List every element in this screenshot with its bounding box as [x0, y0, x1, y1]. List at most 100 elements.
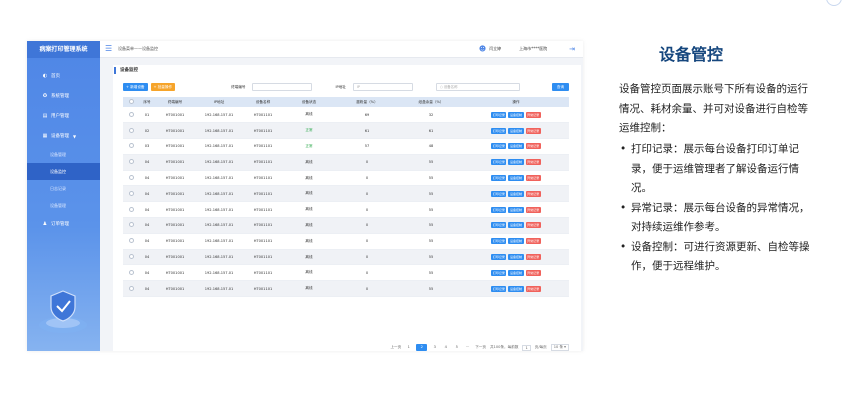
cell-status: 离线 — [283, 170, 335, 187]
row-checkbox-cell[interactable] — [123, 249, 139, 266]
device-control-button[interactable]: 设备控制 — [508, 285, 524, 292]
user-name[interactable]: 闫立婷 — [489, 46, 501, 52]
error-records-button[interactable]: 异常记录 — [525, 254, 541, 261]
error-records-button[interactable]: 异常记录 — [525, 206, 541, 213]
error-records-button[interactable]: 异常记录 — [525, 111, 541, 118]
table-row: 04 HT001001 192.168.157.01 HT001101 离线 0 55 打印… — [123, 154, 569, 171]
checkbox[interactable] — [128, 159, 134, 165]
sidebar: 病案打印管理系统 ◐ 首页 ✪ 系统管理 ▤ 用户管理 ▦ 设备管理 ▼ 设备管… — [27, 41, 100, 351]
print-records-button[interactable]: 打印记录 — [491, 111, 507, 118]
page-button[interactable]: 4 — [442, 344, 449, 351]
sidebar-sub-device-monitor[interactable]: 设备监控 — [27, 163, 100, 180]
row-checkbox-cell[interactable] — [123, 201, 139, 219]
row-checkbox-cell[interactable] — [123, 280, 139, 298]
header-checkbox[interactable] — [123, 97, 139, 107]
cell-status: 正常 — [283, 138, 335, 155]
device-control-button[interactable]: 设备控制 — [508, 127, 524, 134]
row-checkbox-cell[interactable] — [123, 122, 139, 140]
print-records-button[interactable]: 打印记录 — [491, 222, 507, 229]
page-button[interactable]: 1 — [405, 344, 412, 351]
logout-icon[interactable]: ⇥ — [569, 45, 575, 53]
checkbox[interactable] — [128, 206, 134, 212]
error-records-button[interactable]: 异常记录 — [525, 238, 541, 245]
device-control-button[interactable]: 设备控制 — [508, 238, 524, 245]
device-control-button[interactable]: 设备控制 — [508, 269, 524, 276]
print-records-button[interactable]: 打印记录 — [491, 159, 507, 166]
cell-no: 04 — [139, 201, 155, 219]
checkbox[interactable] — [128, 254, 134, 260]
row-checkbox-cell[interactable] — [123, 264, 139, 282]
error-records-button[interactable]: 异常记录 — [525, 159, 541, 166]
cell-paper: 55 — [399, 185, 463, 203]
sidebar-sub-device-management[interactable]: 设备管理 — [27, 146, 100, 163]
checkbox[interactable] — [128, 238, 134, 244]
print-records-button[interactable]: 打印记录 — [491, 206, 507, 213]
cell-ip: 192.168.157.01 — [195, 249, 243, 266]
sidebar-item-devices[interactable]: ▦ 设备管理 ▼ — [27, 126, 100, 146]
checkbox[interactable] — [128, 127, 134, 133]
error-records-button[interactable]: 异常记录 — [525, 190, 541, 197]
error-records-button[interactable]: 异常记录 — [525, 127, 541, 134]
sidebar-item-system[interactable]: ✪ 系统管理 — [27, 86, 100, 106]
menu-icon[interactable]: ☰ — [105, 45, 115, 53]
checkbox[interactable] — [128, 269, 134, 275]
device-control-button[interactable]: 设备控制 — [508, 175, 524, 182]
goto-page-input[interactable]: 1 — [522, 344, 531, 351]
add-device-button[interactable]: + 新增设备 — [123, 83, 148, 91]
sidebar-item-users[interactable]: ▤ 用户管理 — [27, 106, 100, 126]
device-control-button[interactable]: 设备控制 — [508, 206, 524, 213]
page-button[interactable]: 5 — [453, 344, 460, 351]
row-checkbox-cell[interactable] — [123, 217, 139, 234]
cell-paper: 55 — [399, 217, 463, 234]
device-name-input[interactable]: ○ 设备名称 — [435, 83, 520, 91]
error-records-button[interactable]: 异常记录 — [525, 143, 541, 150]
terminal-input[interactable] — [252, 83, 313, 91]
error-records-button[interactable]: 异常记录 — [525, 222, 541, 229]
page-size-select[interactable]: 10 条 ▾ — [550, 344, 569, 351]
row-checkbox-cell[interactable] — [123, 233, 139, 250]
checkbox[interactable] — [128, 190, 134, 196]
checkbox[interactable] — [128, 175, 134, 181]
error-records-button[interactable]: 异常记录 — [525, 175, 541, 182]
print-records-button[interactable]: 打印记录 — [491, 127, 507, 134]
print-records-button[interactable]: 打印记录 — [491, 190, 507, 197]
device-control-button[interactable]: 设备控制 — [508, 254, 524, 261]
error-records-button[interactable]: 异常记录 — [525, 285, 541, 292]
page-button[interactable]: 3 — [431, 344, 438, 351]
prev-page-button[interactable]: 上一页 — [390, 345, 401, 350]
device-control-button[interactable]: 设备控制 — [508, 111, 524, 118]
checkbox[interactable] — [128, 99, 134, 104]
checkbox[interactable] — [128, 143, 134, 149]
print-records-button[interactable]: 打印记录 — [491, 238, 507, 245]
print-records-button[interactable]: 打印记录 — [491, 143, 507, 150]
cell-toner: 0 — [335, 201, 399, 219]
sidebar-sub-device-management-2[interactable]: 设备管理 — [27, 197, 100, 214]
checkbox[interactable] — [128, 285, 134, 291]
print-records-button[interactable]: 打印记录 — [491, 285, 507, 292]
device-control-button[interactable]: 设备控制 — [508, 190, 524, 197]
device-control-button[interactable]: 设备控制 — [508, 159, 524, 166]
search-button[interactable]: 查询 — [552, 83, 569, 91]
sidebar-item-orders[interactable]: ♟ 订单管理 — [27, 214, 100, 234]
print-records-button[interactable]: 打印记录 — [491, 269, 507, 276]
cell-status: 离线 — [283, 249, 335, 266]
row-checkbox-cell[interactable] — [123, 154, 139, 171]
batch-action-button[interactable]: + 批量操作 — [150, 83, 176, 91]
print-records-button[interactable]: 打印记录 — [491, 175, 507, 182]
row-checkbox-cell[interactable] — [123, 185, 139, 203]
checkbox[interactable] — [128, 111, 134, 117]
row-checkbox-cell[interactable] — [123, 138, 139, 155]
checkbox[interactable] — [128, 222, 134, 228]
table-row: 04 HT001001 192.168.157.01 HT001101 离线 0 55 打印… — [123, 249, 569, 266]
ip-input[interactable]: IP — [352, 83, 413, 91]
row-checkbox-cell[interactable] — [123, 107, 139, 124]
device-control-button[interactable]: 设备控制 — [508, 222, 524, 229]
error-records-button[interactable]: 异常记录 — [525, 269, 541, 276]
sidebar-item-home[interactable]: ◐ 首页 — [27, 66, 100, 86]
page-button-current[interactable]: 2 — [416, 344, 428, 351]
device-control-button[interactable]: 设备控制 — [508, 143, 524, 150]
sidebar-sub-log-records[interactable]: 日志记录 — [27, 180, 100, 197]
row-checkbox-cell[interactable] — [123, 170, 139, 187]
next-page-button[interactable]: 下一页 — [475, 345, 486, 350]
print-records-button[interactable]: 打印记录 — [491, 254, 507, 261]
